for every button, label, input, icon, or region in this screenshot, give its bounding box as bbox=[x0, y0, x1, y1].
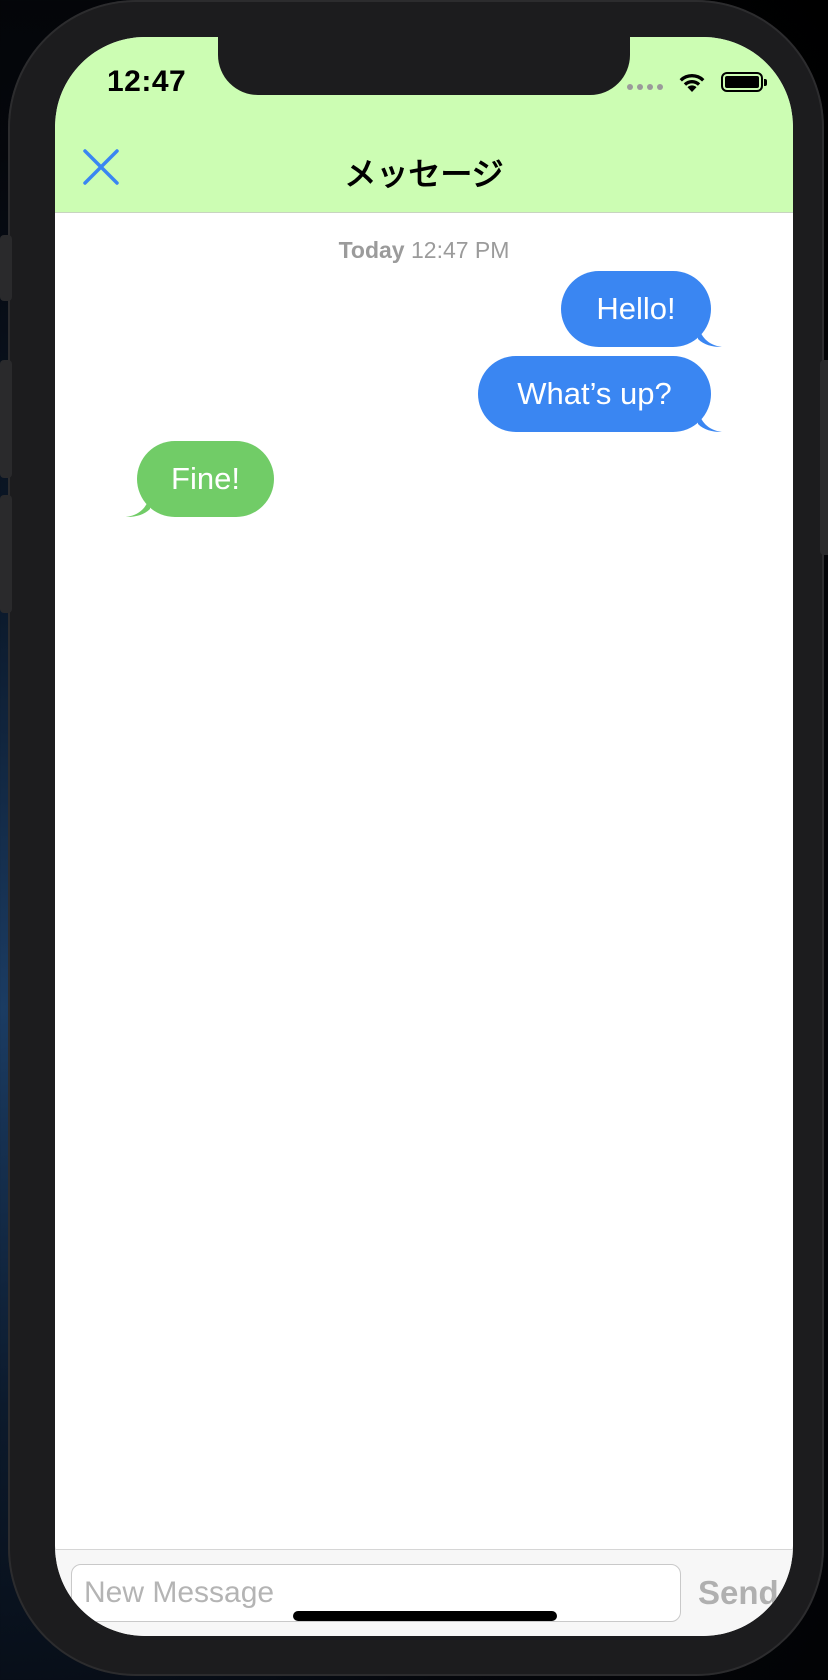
screen: 12:47 メッセージ Today 12:47 PM Hello! What’s… bbox=[55, 37, 793, 1636]
send-button[interactable]: Send bbox=[698, 1574, 779, 1612]
device-frame: 12:47 メッセージ Today 12:47 PM Hello! What’s… bbox=[0, 0, 828, 1676]
message-text: What’s up? bbox=[517, 376, 672, 411]
timestamp-time: 12:47 PM bbox=[410, 237, 510, 263]
signal-icon bbox=[627, 74, 663, 90]
notch bbox=[218, 37, 630, 95]
battery-icon bbox=[721, 72, 767, 92]
message-text: Hello! bbox=[596, 291, 676, 326]
volume-down-button bbox=[0, 495, 12, 613]
silent-switch bbox=[0, 235, 12, 301]
message-text: Fine! bbox=[171, 461, 240, 496]
bubble-tail bbox=[126, 493, 150, 517]
message-timestamp: Today 12:47 PM bbox=[55, 237, 793, 264]
timestamp-day: Today bbox=[338, 237, 405, 263]
power-button bbox=[820, 360, 828, 555]
bubble-tail bbox=[698, 323, 722, 347]
volume-up-button bbox=[0, 360, 12, 478]
home-indicator[interactable] bbox=[293, 1611, 557, 1621]
message-bubble-outgoing[interactable]: What’s up? bbox=[478, 356, 722, 432]
bubble-tail bbox=[698, 408, 722, 432]
wifi-icon bbox=[679, 73, 705, 92]
status-time: 12:47 bbox=[107, 65, 187, 98]
status-icons bbox=[627, 71, 767, 93]
navigation-header: 12:47 メッセージ bbox=[55, 37, 793, 213]
message-composer: Send bbox=[55, 1549, 793, 1636]
message-bubble-incoming[interactable]: Fine! bbox=[126, 441, 274, 517]
page-title: メッセージ bbox=[344, 155, 504, 193]
message-bubble-outgoing[interactable]: Hello! bbox=[561, 271, 722, 347]
